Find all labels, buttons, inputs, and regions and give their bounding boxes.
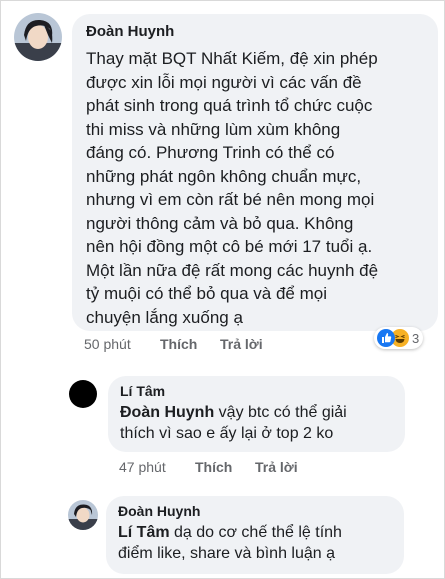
comment-timestamp[interactable]: 50 phút bbox=[84, 336, 131, 352]
reply-button[interactable]: Trả lời bbox=[220, 336, 263, 352]
reaction-summary[interactable]: 3 bbox=[374, 327, 424, 349]
comment-meta: 50 phút Thích Trả lời bbox=[84, 336, 263, 352]
comment-text-line: được xin lỗi mọi người vì các vấn đề bbox=[86, 72, 362, 92]
reply-text-line: điểm like, share và bình luận ạ bbox=[118, 545, 336, 562]
reply-bubble: Lí Tâm Đoàn Huynh vậy btc có thể giải th… bbox=[108, 376, 405, 452]
comment-text-line: nên hội đồng một cô bé mới 17 tuổi ạ. bbox=[86, 237, 373, 256]
comment-text: Thay mặt BQT Nhất Kiếm, đệ xin phép được… bbox=[86, 47, 378, 329]
comment-author[interactable]: Đoàn Huynh bbox=[86, 23, 174, 40]
comment-text-line: đáng có. Phương Trinh có thể có bbox=[86, 143, 335, 162]
reply-button[interactable]: Trả lời bbox=[255, 459, 298, 475]
comment-text-line: thi miss và những lùm xùm không bbox=[86, 119, 341, 139]
reply-text-line: vậy btc có thể giải bbox=[214, 404, 347, 421]
comment-text-line: những phát ngôn không chuẩn mực, bbox=[86, 166, 362, 186]
reply-meta: 47 phút Thích Trả lời bbox=[119, 459, 298, 475]
reply-text: Lí Tâm dạ do cơ chế thể lệ tính điểm lik… bbox=[118, 522, 342, 564]
like-button[interactable]: Thích bbox=[195, 459, 232, 475]
reply-timestamp[interactable]: 47 phút bbox=[119, 459, 166, 475]
like-icon bbox=[377, 329, 395, 347]
reply-author[interactable]: Đoàn Huynh bbox=[118, 503, 200, 519]
comment-text-line: Một lần nữa đệ rất mong các huynh đệ bbox=[86, 260, 379, 280]
mention-tag[interactable]: Đoàn Huynh bbox=[120, 404, 214, 421]
mention-tag[interactable]: Lí Tâm bbox=[118, 524, 170, 541]
comment-bubble: Đoàn Huynh Thay mặt BQT Nhất Kiếm, đệ xi… bbox=[72, 14, 438, 331]
avatar[interactable] bbox=[69, 380, 97, 408]
reaction-count: 3 bbox=[412, 330, 420, 346]
avatar[interactable] bbox=[14, 13, 62, 61]
reply-text: Đoàn Huynh vậy btc có thể giải thích vì … bbox=[120, 402, 347, 444]
comment-text-line: người thông cảm và bỏ qua. Không bbox=[86, 213, 354, 233]
avatar[interactable] bbox=[68, 500, 98, 530]
comment-text-line: nhưng vì em còn rất bé nên mong mọi bbox=[86, 190, 375, 209]
like-button[interactable]: Thích bbox=[160, 336, 197, 352]
reply-text-line: thích vì sao e ấy lại ở top 2 ko bbox=[120, 425, 334, 442]
reply-author[interactable]: Lí Tâm bbox=[120, 383, 165, 399]
comment-text-line: tỷ muội có thể bỏ qua và để mọi bbox=[86, 284, 327, 303]
comment-text-line: phát sinh trong quá trình tổ chức cuộc bbox=[86, 96, 373, 115]
comment-text-line: chuyện lắng xuống ạ bbox=[86, 307, 243, 327]
reply-bubble: Đoàn Huynh Lí Tâm dạ do cơ chế thể lệ tí… bbox=[106, 496, 404, 574]
reply-text-line: dạ do cơ chế thể lệ tính bbox=[169, 524, 342, 541]
comment-text-line: Thay mặt BQT Nhất Kiếm, đệ xin phép bbox=[86, 49, 378, 68]
